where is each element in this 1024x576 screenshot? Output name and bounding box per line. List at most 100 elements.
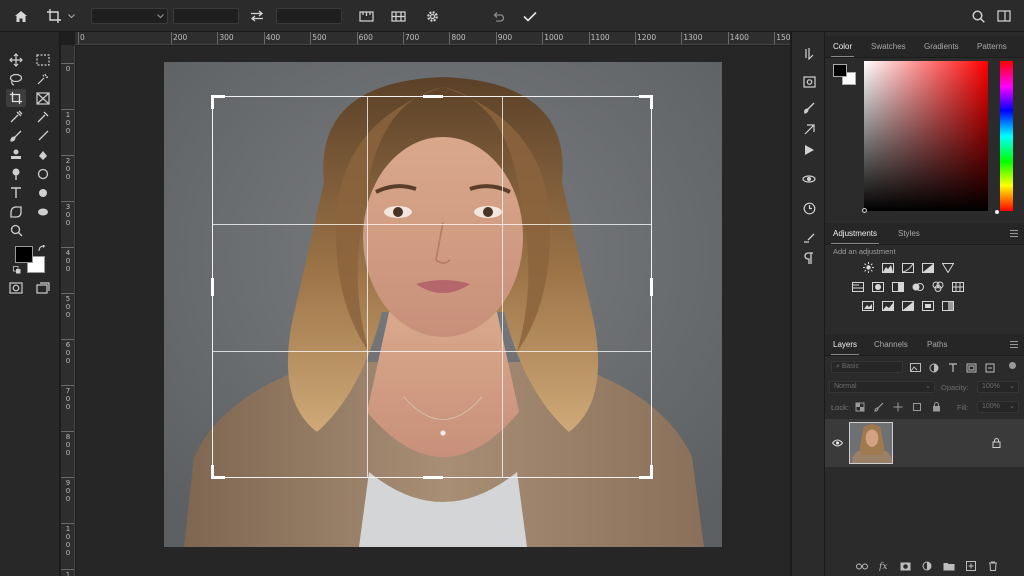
layer-thumbnail[interactable] — [849, 422, 893, 464]
home-icon[interactable] — [12, 8, 30, 24]
filter-type-icon[interactable] — [947, 362, 959, 373]
filter-shape-icon[interactable] — [965, 362, 977, 373]
filter-toggle-icon[interactable] — [1006, 360, 1018, 371]
actions-play-icon[interactable] — [799, 141, 819, 159]
eye-visibility-icon[interactable] — [831, 437, 843, 448]
foreground-color-chip[interactable] — [833, 64, 847, 77]
crop-handle-top[interactable] — [423, 95, 443, 98]
curves-icon[interactable] — [902, 262, 914, 273]
paragraph-icon[interactable] — [799, 249, 819, 267]
crop-handle-bottom[interactable] — [423, 476, 443, 479]
clone-source-icon[interactable] — [799, 120, 819, 138]
width-input[interactable] — [173, 8, 239, 24]
hand-tool-icon[interactable] — [33, 203, 53, 221]
tab-channels[interactable]: Channels — [874, 340, 908, 349]
paint-bucket-icon[interactable] — [33, 146, 53, 164]
tab-paths[interactable]: Paths — [927, 340, 947, 349]
posterize-icon[interactable] — [882, 300, 894, 311]
foreground-color-swatch[interactable] — [15, 246, 33, 263]
frame-tool-icon[interactable] — [33, 89, 53, 107]
crop-box[interactable] — [211, 95, 653, 479]
lock-all-icon[interactable] — [930, 401, 942, 412]
stamp-tool-icon[interactable] — [6, 146, 26, 164]
new-layer-icon[interactable] — [965, 560, 977, 571]
levels-icon[interactable] — [882, 262, 894, 273]
document-canvas[interactable] — [76, 46, 790, 576]
lasso-tool-icon[interactable] — [6, 70, 26, 88]
brush-presets-icon[interactable] — [799, 229, 819, 247]
new-group-icon[interactable] — [943, 561, 955, 572]
color-balance-icon[interactable] — [872, 281, 884, 292]
color-lookup-icon[interactable] — [952, 281, 964, 292]
libraries-icon[interactable] — [799, 73, 819, 91]
swap-colors-icon[interactable] — [37, 244, 47, 254]
quick-mask-icon[interactable] — [6, 279, 26, 297]
fill-input[interactable]: 100% ⌄ — [977, 401, 1019, 413]
trash-icon[interactable] — [987, 560, 999, 571]
dodge-tool-icon[interactable] — [6, 165, 26, 183]
shape-tool-icon[interactable] — [6, 203, 26, 221]
marquee-tool-icon[interactable] — [33, 51, 53, 69]
black-white-icon[interactable] — [892, 281, 904, 292]
eyedropper-tool-icon[interactable] — [6, 108, 26, 126]
history-brush-icon[interactable] — [799, 44, 819, 62]
vibrance-icon[interactable] — [942, 262, 954, 273]
lock-artboard-icon[interactable] — [911, 401, 923, 412]
zoom-tool-icon[interactable] — [6, 221, 26, 239]
rotate-view-icon[interactable] — [33, 165, 53, 183]
crop-handle-top-right[interactable] — [650, 95, 653, 109]
tab-gradients[interactable]: Gradients — [924, 42, 959, 51]
brush-settings-icon[interactable] — [799, 98, 819, 116]
layer-row[interactable] — [825, 419, 1024, 467]
smudge-tool-icon[interactable] — [33, 184, 53, 202]
crop-handle-top-left[interactable] — [211, 95, 214, 109]
brush-tool-icon[interactable] — [6, 127, 26, 145]
add-mask-icon[interactable] — [899, 561, 911, 572]
selective-color-icon[interactable] — [942, 300, 954, 311]
screen-mode-icon[interactable] — [33, 279, 53, 297]
3d-icon[interactable] — [799, 170, 819, 188]
straighten-icon[interactable] — [358, 9, 374, 23]
move-tool-icon[interactable] — [6, 51, 26, 69]
tab-swatches[interactable]: Swatches — [871, 42, 906, 51]
object-select-icon[interactable] — [33, 70, 53, 88]
undo-icon[interactable] — [490, 8, 506, 24]
layer-effects-icon[interactable]: fx — [878, 560, 890, 571]
lock-icon[interactable] — [990, 437, 1002, 448]
crop-handle-bottom-right[interactable] — [650, 465, 653, 479]
hue-slider[interactable] — [995, 61, 1013, 214]
crop-tool-icon[interactable] — [44, 7, 64, 25]
threshold-icon[interactable] — [902, 300, 914, 311]
lock-pixels-icon[interactable] — [873, 401, 885, 412]
workspace-icon[interactable] — [996, 8, 1012, 24]
layer-filter-select[interactable]: ⌕ Basic — [831, 361, 903, 373]
filter-adjustment-icon[interactable] — [928, 362, 940, 373]
channel-mixer-icon[interactable] — [932, 281, 944, 292]
tab-color[interactable]: Color — [830, 42, 855, 57]
crop-ratio-select[interactable] — [91, 8, 168, 24]
eyedropper-alt-icon[interactable] — [33, 108, 53, 126]
brightness-icon[interactable] — [862, 262, 874, 273]
tab-adjustments[interactable]: Adjustments — [830, 229, 880, 244]
search-icon[interactable] — [970, 8, 986, 24]
height-input[interactable] — [276, 8, 342, 24]
filter-smart-object-icon[interactable] — [984, 362, 996, 373]
crop-handle-right[interactable] — [650, 278, 653, 296]
link-layers-icon[interactable] — [856, 561, 868, 572]
opacity-input[interactable]: 100% ⌄ — [977, 381, 1019, 393]
panel-menu-icon[interactable] — [1010, 341, 1018, 350]
lock-transparent-icon[interactable] — [854, 401, 866, 412]
healing-brush-icon[interactable] — [33, 127, 53, 145]
commit-check-icon[interactable] — [521, 8, 539, 24]
gradient-map-icon[interactable] — [922, 300, 934, 311]
gear-icon[interactable] — [424, 8, 440, 24]
clock-icon[interactable] — [799, 199, 819, 217]
blend-mode-select[interactable]: Normal ⌄ — [829, 381, 935, 393]
exposure-icon[interactable] — [922, 262, 934, 273]
hue-saturation-icon[interactable] — [852, 281, 864, 292]
tab-patterns[interactable]: Patterns — [977, 42, 1007, 51]
invert-icon[interactable] — [862, 300, 874, 311]
new-adjustment-icon[interactable] — [921, 560, 933, 571]
photo-filter-icon[interactable] — [912, 281, 924, 292]
lock-position-icon[interactable] — [892, 401, 904, 412]
